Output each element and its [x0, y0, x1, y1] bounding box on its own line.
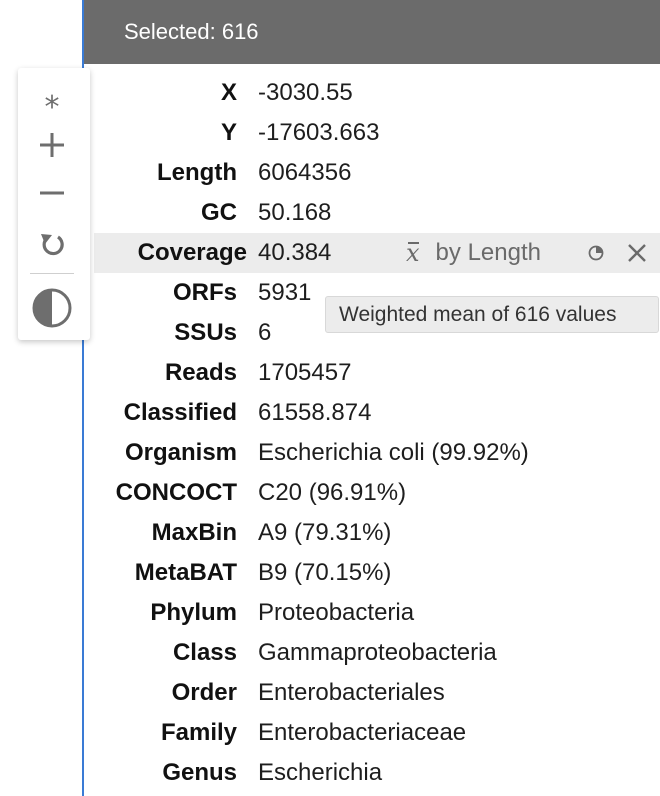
zoom-out-button[interactable]: [18, 176, 86, 210]
property-row-order: Order Enterobacteriales: [84, 673, 660, 713]
mean-toggle[interactable]: x: [406, 239, 420, 267]
property-row-family: Family Enterobacteriaceae: [84, 713, 660, 753]
properties-table: X -3030.55 Y -17603.663 Length 6064356 G…: [84, 73, 660, 793]
pie-chart-icon[interactable]: [588, 245, 604, 261]
property-label: Length: [157, 159, 237, 186]
selection-title: Selected: 616: [124, 19, 259, 44]
plus-icon: [40, 133, 64, 157]
aggregation-controls: x by Length: [406, 233, 541, 273]
property-label: Organism: [124, 439, 237, 466]
property-row-genus: Genus Escherichia: [84, 753, 660, 793]
property-label: ORFs: [172, 279, 237, 306]
property-value: C20 (96.91%): [258, 479, 407, 506]
minus-icon: [40, 191, 64, 195]
property-label: X: [220, 79, 237, 106]
property-value: 6064356: [258, 159, 352, 186]
property-row-gc: GC 50.168: [84, 193, 660, 233]
property-label: Reads: [164, 359, 237, 386]
property-label: Classified: [123, 399, 237, 426]
tooltip-text: Weighted mean of 616 values: [339, 303, 617, 326]
property-label: Class: [172, 639, 237, 666]
property-label: SSUs: [174, 319, 237, 346]
toolbar-divider: [30, 273, 74, 274]
property-value: 40.384: [258, 239, 332, 266]
toggle-contrast-button[interactable]: [18, 288, 86, 328]
property-value: A9 (79.31%): [258, 519, 392, 546]
property-row-reads: Reads 1705457: [84, 353, 660, 393]
property-value: Escherichia coli (99.92%): [258, 439, 529, 466]
property-value: 6: [258, 319, 272, 346]
property-value: 5931: [258, 279, 312, 306]
property-row-y: Y -17603.663: [84, 113, 660, 153]
property-value: -3030.55: [258, 79, 353, 106]
property-row-maxbin: MaxBin A9 (79.31%): [84, 513, 660, 553]
property-value: 61558.874: [258, 399, 372, 426]
property-label: MetaBAT: [134, 559, 237, 586]
property-row-classified: Classified 61558.874: [84, 393, 660, 433]
property-row-phylum: Phylum Proteobacteria: [84, 593, 660, 633]
property-label: MaxBin: [151, 519, 237, 546]
select-all-button[interactable]: *: [18, 88, 86, 125]
property-value: 1705457: [258, 359, 352, 386]
property-value: Enterobacteriales: [258, 679, 445, 706]
asterisk-icon: *: [44, 90, 60, 125]
property-label: Coverage: [137, 239, 247, 266]
property-label: GC: [201, 199, 237, 226]
reset-icon: [41, 234, 64, 256]
property-row-organism: Organism Escherichia coli (99.92%): [84, 433, 660, 473]
property-label: Phylum: [150, 599, 237, 626]
contrast-icon: [32, 288, 72, 328]
property-value: 50.168: [258, 199, 332, 226]
property-label: Y: [220, 119, 237, 146]
property-label: Genus: [162, 759, 237, 786]
zoom-in-button[interactable]: [18, 128, 86, 162]
property-row-metabat: MetaBAT B9 (70.15%): [84, 553, 660, 593]
property-row-length: Length 6064356: [84, 153, 660, 193]
property-row-class: Class Gammaproteobacteria: [84, 633, 660, 673]
property-row-x: X -3030.55: [84, 73, 660, 113]
selection-header: Selected: 616: [84, 0, 660, 64]
property-value: Enterobacteriaceae: [258, 719, 467, 746]
reset-view-button[interactable]: [18, 228, 86, 262]
property-label: CONCOCT: [115, 479, 237, 506]
close-icon[interactable]: [626, 242, 648, 264]
property-label: Family: [160, 719, 237, 746]
property-row-coverage[interactable]: Coverage 40.384 x by Length: [94, 233, 660, 273]
property-value: Proteobacteria: [258, 599, 415, 626]
weighted-mean-tooltip: Weighted mean of 616 values: [325, 296, 659, 333]
property-value: Gammaproteobacteria: [258, 639, 497, 666]
property-value: B9 (70.15%): [258, 559, 392, 586]
view-toolbar: *: [18, 68, 90, 340]
weight-selector[interactable]: by Length: [436, 239, 541, 267]
property-value: -17603.663: [258, 119, 380, 146]
property-value: Escherichia: [258, 759, 383, 786]
property-label: Order: [171, 679, 237, 706]
property-row-concoct: CONCOCT C20 (96.91%): [84, 473, 660, 513]
